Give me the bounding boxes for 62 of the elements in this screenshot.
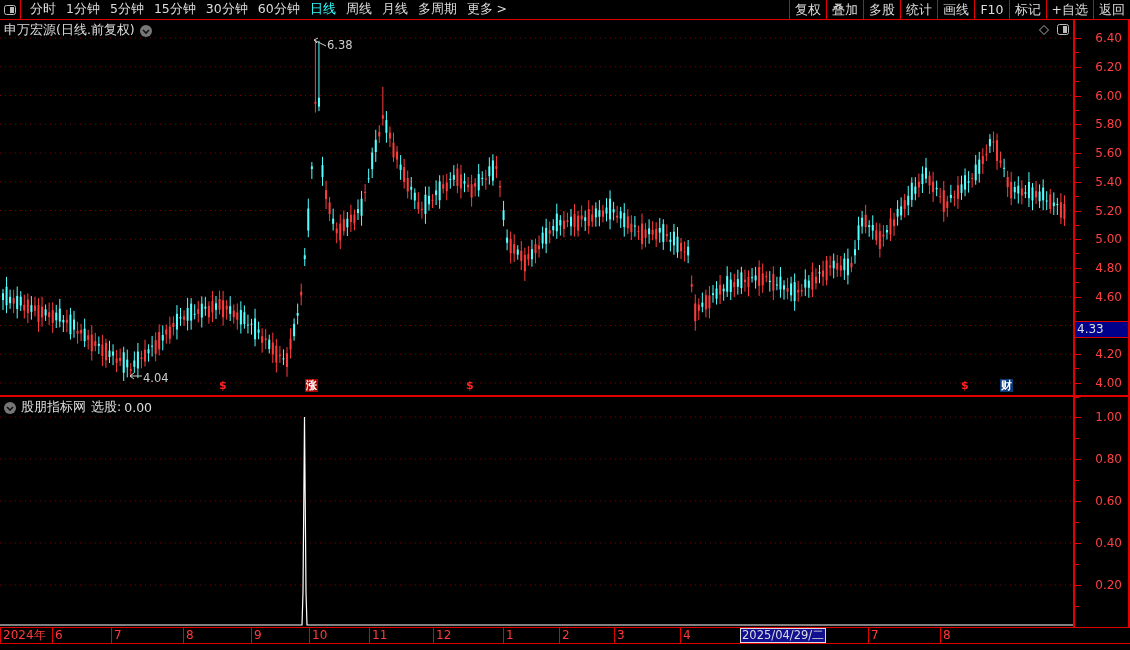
axis-label: 2024年 (0, 628, 46, 643)
period-tab[interactable]: 60分钟 (252, 1, 305, 18)
period-tab[interactable]: 15分钟 (148, 1, 201, 18)
axis-label: 5.80 (1095, 117, 1122, 132)
panel-toggle-icon[interactable] (1057, 24, 1069, 35)
axis-label: 7 (111, 628, 122, 643)
axis-label: 2 (559, 628, 570, 643)
axis-label: 12 (433, 628, 452, 643)
axis-label: 1.00 (1095, 410, 1122, 424)
event-marker[interactable]: $ (219, 379, 227, 392)
period-tab[interactable]: 1分钟 (61, 1, 105, 18)
axis-label: 0.60 (1095, 494, 1122, 508)
high-price-label: 6.38 (327, 38, 353, 52)
cursor-date-label: 2025/04/29/二 (740, 628, 827, 643)
axis-label: 5.20 (1095, 203, 1122, 218)
axis-label: 11 (369, 628, 388, 643)
event-marker[interactable]: 涨 (305, 379, 318, 392)
axis-label: 4.20 (1095, 347, 1122, 362)
diamond-icon[interactable] (1039, 24, 1049, 35)
period-tab[interactable]: 分时 (25, 1, 61, 18)
axis-label: 0.20 (1095, 578, 1122, 592)
axis-label: 9 (251, 628, 262, 643)
axis-label: 10 (309, 628, 328, 643)
axis-label: 3 (614, 628, 625, 643)
axis-label: 0.40 (1095, 536, 1122, 550)
axis-label: 6 (52, 628, 63, 643)
axis-label: 6.20 (1095, 59, 1122, 74)
chevron-down-icon[interactable] (4, 401, 16, 414)
chevron-down-icon[interactable] (139, 24, 152, 37)
axis-label: 0.80 (1095, 452, 1122, 466)
axis-label: 4.00 (1095, 376, 1122, 390)
axis-label: 5.00 (1095, 232, 1122, 247)
axis-label: 4 (680, 628, 691, 643)
period-tab[interactable]: 多周期 (412, 1, 462, 18)
axis-label: 4.80 (1095, 261, 1122, 275)
event-marker[interactable]: $ (961, 379, 969, 392)
axis-label: 8 (183, 628, 194, 643)
period-tab[interactable]: 月线 (376, 1, 413, 18)
period-tab[interactable]: 30分钟 (200, 1, 253, 18)
period-tab[interactable]: 周线 (340, 1, 377, 18)
axis-label: 7 (868, 628, 879, 643)
pointer-arrow-icon (313, 37, 327, 47)
axis-label: 6.00 (1095, 88, 1122, 103)
pointer-arrow-icon (129, 372, 143, 380)
indicator-value: 0.00 (124, 400, 153, 415)
price-tag: 4.33 (1075, 321, 1128, 338)
event-marker[interactable]: $ (466, 379, 474, 392)
period-tab[interactable]: 更多 > (461, 1, 513, 18)
period-tab[interactable]: 日线 (304, 1, 341, 18)
chart-title: 申万宏源(日线.前复权) (4, 22, 135, 39)
period-tab[interactable]: 5分钟 (104, 1, 149, 18)
axis-label: 5.60 (1095, 146, 1122, 160)
axis-label: 8 (940, 628, 951, 643)
low-price-label: 4.04 (143, 371, 169, 385)
axis-label: 1 (503, 628, 514, 643)
axis-label: 4.60 (1095, 289, 1122, 304)
axis-label: 5.40 (1095, 174, 1122, 189)
axis-label: 6.40 (1095, 31, 1122, 45)
indicator-title: 股朋指标网 (21, 399, 86, 416)
indicator-label: 选股: (91, 399, 122, 416)
event-marker[interactable]: 财 (1000, 379, 1013, 392)
layout-icon[interactable] (4, 4, 16, 15)
